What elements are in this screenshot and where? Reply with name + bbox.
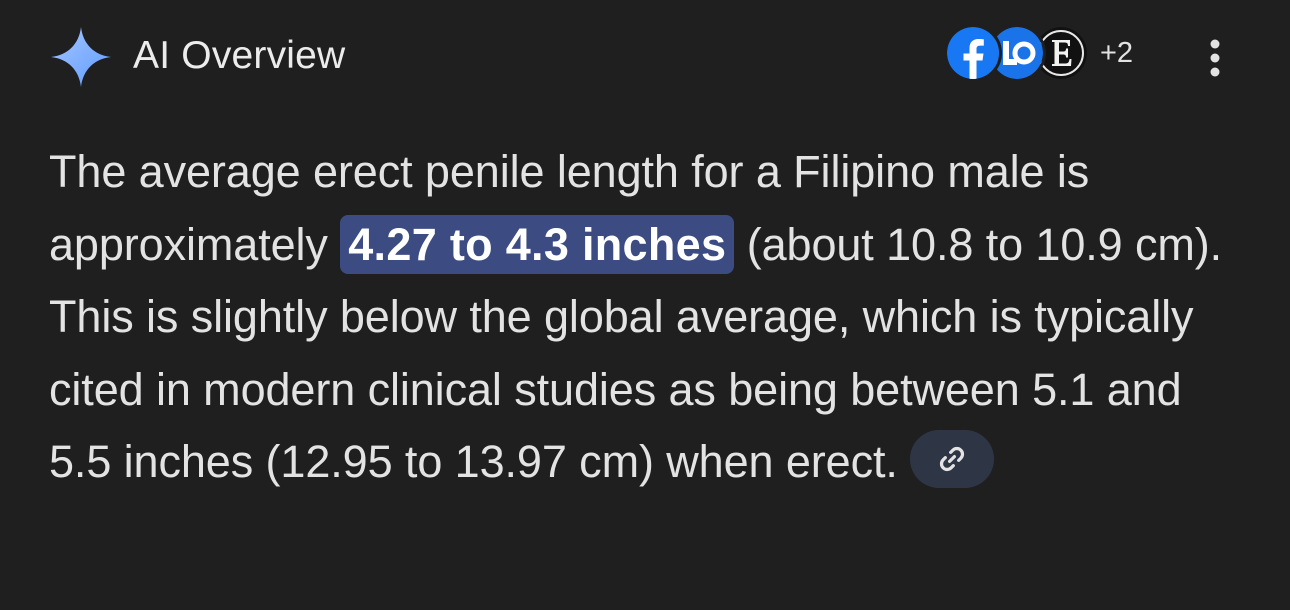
gemini-sparkle-icon	[51, 27, 111, 87]
answer-highlight: 4.27 to 4.3 inches	[340, 214, 735, 274]
more-vert-icon[interactable]	[1196, 36, 1234, 80]
link-icon	[939, 447, 964, 472]
ai-overview-answer: The average erect penile length for a Fi…	[49, 136, 1249, 499]
source-avatars[interactable]: +2	[944, 24, 1154, 88]
source-link-button[interactable]	[909, 430, 994, 489]
ai-overview-header: AI Overview +2	[0, 0, 1290, 112]
sources-more-count[interactable]: +2	[1100, 36, 1133, 70]
ai-overview-title: AI Overview	[133, 34, 346, 77]
facebook-icon[interactable]	[944, 24, 1002, 82]
ai-overview-panel: AI Overview +2 The average erect penile …	[0, 0, 1290, 610]
